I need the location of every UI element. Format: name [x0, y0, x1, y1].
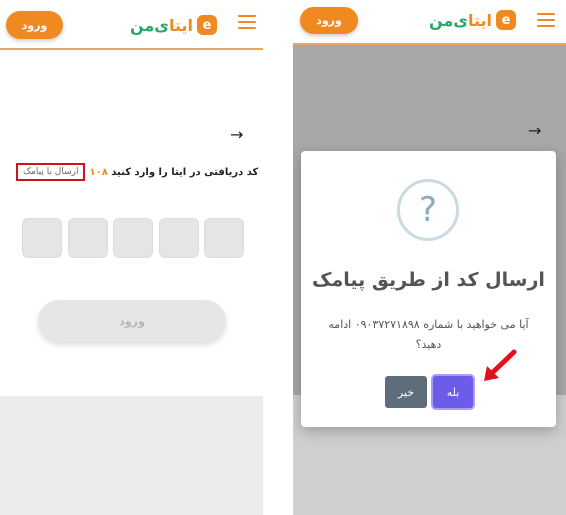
hamburger-icon[interactable] — [238, 14, 256, 30]
logo-text-part1: ایتا — [168, 15, 193, 35]
code-prompt-text: کد دریافتی در ایتا را وارد کنید — [111, 166, 259, 178]
hamburger-icon[interactable] — [537, 12, 555, 28]
code-instruction-row: ارسال با پیامک کد دریافتی در ایتا را وار… — [16, 160, 258, 184]
panel-gap — [263, 0, 293, 515]
confirm-button[interactable]: بله — [433, 376, 473, 408]
code-instruction: کد دریافتی در ایتا را وارد کنید ۱۰۸ — [85, 167, 258, 178]
footer-area — [0, 396, 263, 515]
logo-text: ایتای‌من — [130, 16, 193, 35]
dialog-title: ارسال کد از طریق پیامک — [312, 269, 545, 291]
back-arrow-icon[interactable]: → — [230, 127, 246, 143]
logo-text: ایتای‌من — [429, 11, 492, 30]
back-arrow-icon[interactable]: → — [528, 123, 544, 139]
header: ورود e ایتای‌من — [0, 0, 263, 50]
otp-digit-input[interactable] — [67, 218, 108, 258]
logo-mark-icon: e — [197, 15, 217, 35]
question-icon: ? — [397, 179, 459, 241]
otp-input-group — [22, 218, 244, 258]
otp-digit-input[interactable] — [158, 218, 199, 258]
login-button[interactable]: ورود — [6, 11, 63, 39]
otp-digit-input[interactable] — [204, 218, 244, 258]
submit-login-button[interactable]: ورود — [38, 300, 226, 342]
logo[interactable]: e ایتای‌من — [130, 12, 217, 38]
otp-digit-input[interactable] — [22, 218, 62, 258]
login-code-screen: ورود e ایتای‌من → ارسال با پیامک کد دریا… — [0, 0, 263, 515]
countdown-timer: ۱۰۸ — [89, 166, 108, 178]
send-via-sms-link[interactable]: ارسال با پیامک — [16, 163, 86, 181]
header: ورود e ایتای‌من — [293, 0, 566, 45]
otp-digit-input[interactable] — [113, 218, 153, 258]
logo-mark-icon: e — [496, 10, 516, 30]
logo-text-part2: ی‌من — [429, 10, 468, 30]
confirm-dialog: ? ارسال کد از طریق پیامک آیا می خواهید ب… — [301, 151, 556, 427]
red-arrow-icon — [484, 349, 517, 381]
logo[interactable]: e ایتای‌من — [429, 7, 516, 33]
logo-text-part2: ی‌من — [130, 15, 169, 35]
login-button[interactable]: ورود — [300, 7, 358, 34]
logo-text-part1: ایتا — [467, 10, 492, 30]
sms-confirm-screen: ورود e ایتای‌من → ? ارسال کد از طریق پیا… — [293, 0, 566, 515]
cancel-button[interactable]: خیر — [385, 376, 427, 408]
